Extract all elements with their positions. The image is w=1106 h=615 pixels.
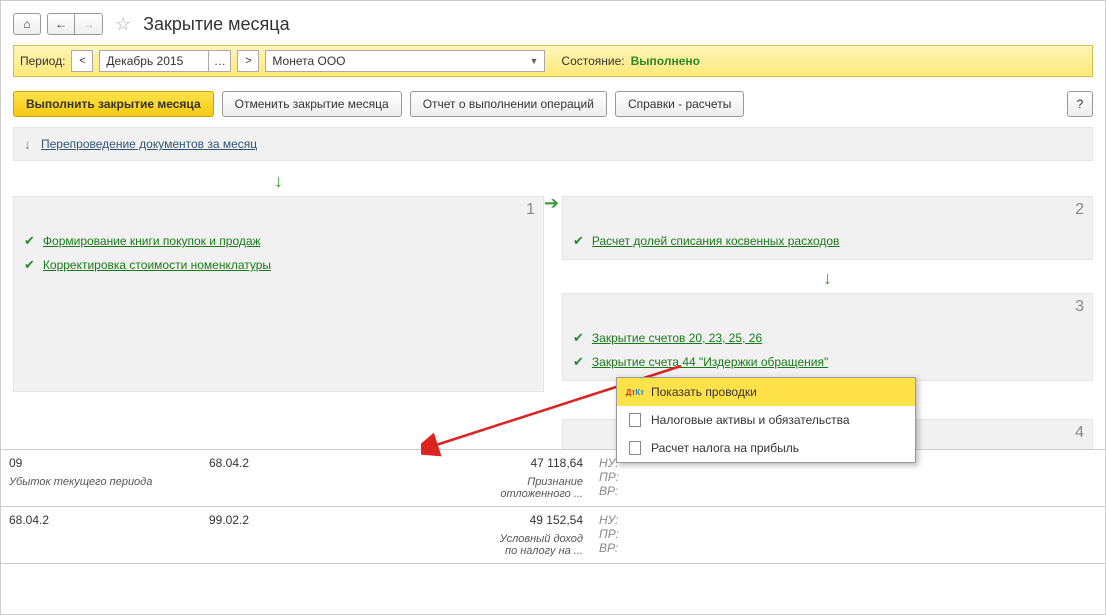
table-row: 09 Убыток текущего периода 68.04.2 47 11…	[1, 449, 1105, 506]
stage-3-block: 3 ✔ Закрытие счетов 20, 23, 25, 26 ✔ Зак…	[562, 293, 1093, 381]
entries-table: 09 Убыток текущего периода 68.04.2 47 11…	[1, 449, 1105, 564]
forward-button[interactable]: →	[75, 13, 103, 35]
pr-label: ПР:	[599, 527, 663, 541]
references-button[interactable]: Справки - расчеты	[615, 91, 744, 117]
document-icon	[627, 440, 643, 456]
stage-1-block: 1 ✔ Формирование книги покупок и продаж …	[13, 196, 544, 392]
arrow-down-icon: ↓	[562, 264, 1093, 293]
dtkt-icon: ДтКт	[627, 384, 643, 400]
menu-tax-assets[interactable]: Налоговые активы и обязательства	[617, 406, 915, 434]
status-value: Выполнено	[631, 54, 700, 68]
stage-2-block: 2 ✔ Расчет долей списания косвенных расх…	[562, 196, 1093, 260]
cancel-close-button[interactable]: Отменить закрытие месяца	[222, 91, 402, 117]
period-input[interactable]: Декабрь 2015	[99, 50, 209, 72]
check-icon: ✔	[24, 257, 35, 273]
table-row: 68.04.2 99.02.2 49 152,54 Условный доход…	[1, 506, 1105, 564]
arrow-down-icon: ↓	[24, 136, 31, 152]
vr-label: ВР:	[599, 541, 663, 555]
row-description: Убыток текущего периода	[9, 476, 193, 488]
close-account-44-link[interactable]: Закрытие счета 44 "Издержки обращения"	[592, 355, 828, 369]
check-icon: ✔	[573, 233, 584, 249]
stage-number: 1	[526, 201, 535, 219]
stage-number: 3	[1075, 298, 1084, 316]
document-icon	[627, 412, 643, 428]
adjust-nomenclature-cost-link[interactable]: Корректировка стоимости номенклатуры	[43, 258, 271, 272]
stage-number: 4	[1075, 424, 1084, 442]
check-icon: ✔	[24, 233, 35, 249]
check-icon: ✔	[573, 354, 584, 370]
stage-number: 2	[1075, 201, 1084, 219]
page-title: Закрытие месяца	[143, 14, 289, 35]
amount: 47 118,64	[369, 456, 583, 470]
dropdown-icon: ▼	[530, 56, 539, 66]
period-picker-button[interactable]: …	[209, 50, 231, 72]
period-label: Период:	[20, 54, 65, 68]
operations-report-button[interactable]: Отчет о выполнении операций	[410, 91, 607, 117]
period-bar: Период: < Декабрь 2015 … > Монета ООО ▼ …	[13, 45, 1093, 77]
amount: 49 152,54	[369, 513, 583, 527]
arrow-down-icon: ↓	[13, 167, 544, 196]
account-debit: 09	[9, 456, 193, 470]
status-label: Состояние:	[561, 54, 624, 68]
account-credit: 68.04.2	[201, 450, 361, 506]
account-debit: 68.04.2	[1, 507, 201, 563]
indirect-costs-link[interactable]: Расчет долей списания косвенных расходов	[592, 234, 840, 248]
close-accounts-20-link[interactable]: Закрытие счетов 20, 23, 25, 26	[592, 331, 762, 345]
menu-profit-tax[interactable]: Расчет налога на прибыль	[617, 434, 915, 462]
top-nav-bar: ⌂ ← → ☆ Закрытие месяца	[13, 9, 1093, 45]
period-prev-button[interactable]: <	[71, 50, 93, 72]
home-button[interactable]: ⌂	[13, 13, 41, 35]
arrow-right-icon: ➔	[544, 193, 559, 214]
check-icon: ✔	[573, 330, 584, 346]
organization-select[interactable]: Монета ООО ▼	[265, 50, 545, 72]
help-button[interactable]: ?	[1067, 91, 1093, 117]
vr-label: ВР:	[599, 484, 663, 498]
op-description: отложенного ...	[369, 488, 583, 500]
menu-show-entries[interactable]: ДтКт Показать проводки	[617, 378, 915, 406]
back-button[interactable]: ←	[47, 13, 75, 35]
context-menu: ДтКт Показать проводки Налоговые активы …	[616, 377, 916, 463]
favorite-star-icon[interactable]: ☆	[115, 14, 131, 35]
run-close-button[interactable]: Выполнить закрытие месяца	[13, 91, 214, 117]
repost-documents-link[interactable]: Перепроведение документов за месяц	[41, 137, 257, 151]
nu-label: НУ:	[599, 513, 663, 527]
repost-row: ↓ Перепроведение документов за месяц	[13, 127, 1093, 161]
op-description: Условный доход	[369, 533, 583, 545]
pr-label: ПР:	[599, 470, 663, 484]
action-bar: Выполнить закрытие месяца Отменить закры…	[13, 77, 1093, 127]
period-next-button[interactable]: >	[237, 50, 259, 72]
op-description: по налогу на ...	[369, 545, 583, 557]
form-purchase-sales-book-link[interactable]: Формирование книги покупок и продаж	[43, 234, 261, 248]
op-description: Признание	[369, 476, 583, 488]
account-credit: 99.02.2	[201, 507, 361, 563]
